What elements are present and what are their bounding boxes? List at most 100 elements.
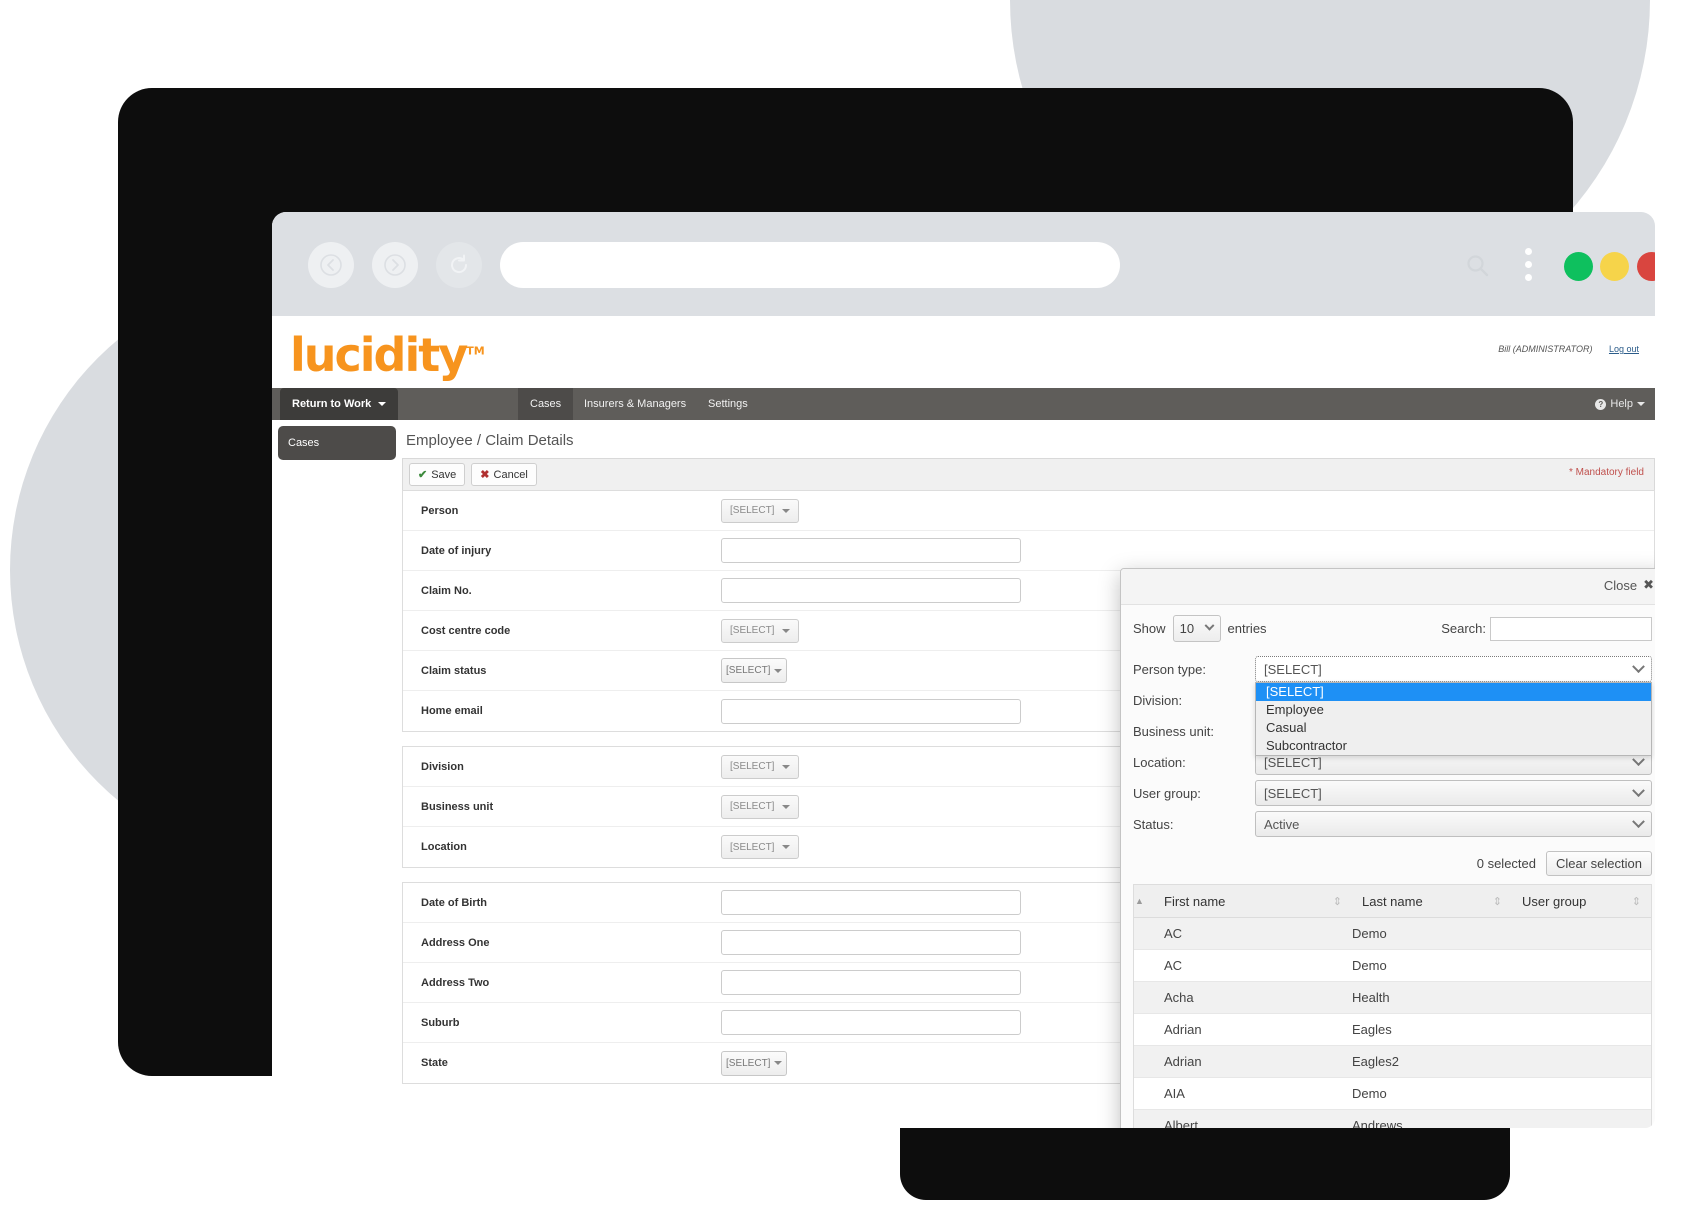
nav-tab-cases[interactable]: Cases: [518, 388, 574, 420]
clear-selection-button[interactable]: Clear selection: [1546, 851, 1652, 876]
table-row[interactable]: AC Demo: [1134, 918, 1651, 950]
select-button-value: [SELECT]: [730, 841, 775, 853]
select-button-value: [SELECT]: [730, 625, 775, 636]
filter-row: Status: Active: [1133, 809, 1652, 839]
browser-back-button[interactable]: [308, 242, 354, 288]
sort-toggle-icon: ⇕: [1492, 895, 1502, 908]
filter-select-value: Active: [1264, 816, 1300, 832]
filter-select[interactable]: [SELECT]: [1255, 780, 1652, 806]
table-row[interactable]: Adrian Eagles2: [1134, 1046, 1651, 1078]
filter-select[interactable]: Active: [1255, 811, 1652, 837]
filter-rows: Person type: [SELECT] [SELECT] Employee Casu…: [1133, 654, 1652, 839]
window-dot-green[interactable]: [1564, 252, 1593, 281]
save-button[interactable]: ✔ Save: [409, 463, 466, 486]
dropdown-option[interactable]: Subcontractor: [1256, 737, 1651, 755]
table-cell: Acha: [1164, 990, 1194, 1005]
check-icon: ✔: [418, 469, 428, 481]
filter-label: Business unit:: [1133, 723, 1214, 739]
select-button[interactable]: [SELECT]: [721, 835, 800, 859]
text-input[interactable]: [721, 1010, 1021, 1035]
length-and-search-row: Show 10 entries Search:: [1133, 615, 1652, 642]
native-select[interactable]: [SELECT]: [721, 658, 787, 683]
select-button[interactable]: [SELECT]: [721, 794, 800, 819]
text-input[interactable]: [721, 578, 1021, 603]
filter-select[interactable]: [SELECT]: [1255, 656, 1652, 682]
select-button[interactable]: [SELECT]: [721, 754, 800, 779]
table-row[interactable]: Adrian Eagles: [1134, 1014, 1651, 1046]
table-cell: AC: [1164, 926, 1183, 941]
nav-tab-settings[interactable]: Settings: [696, 388, 760, 420]
text-input[interactable]: [721, 698, 1021, 724]
native-select[interactable]: [SELECT]: [721, 1050, 787, 1076]
modal-header: Close ✖: [1121, 569, 1655, 605]
table-cell: Health: [1352, 990, 1390, 1005]
nav-return-to-work-dropdown[interactable]: Return to Work: [280, 388, 399, 420]
length-select-value: 10: [1179, 621, 1195, 636]
browser-forward-button[interactable]: [372, 242, 418, 288]
filter-row: Person type: [SELECT] [SELECT] Employee Casu…: [1133, 654, 1652, 756]
kebab-menu-icon[interactable]: [1525, 248, 1532, 282]
text-input[interactable]: [721, 890, 1021, 915]
search-icon[interactable]: [1465, 253, 1491, 284]
sidebar-item-cases[interactable]: Cases: [278, 426, 396, 460]
filter-label: Person type:: [1133, 661, 1206, 677]
chevron-down-icon: [782, 628, 791, 633]
person-type-dropdown[interactable]: [SELECT] Employee Casual Subcontractor: [1255, 682, 1652, 756]
nav-help-label: Help: [1610, 398, 1633, 410]
browser-url-bar[interactable]: [500, 242, 1120, 288]
sort-ascending-icon: ▲: [1135, 896, 1144, 906]
filter-label: User group:: [1133, 785, 1201, 801]
form-field-label: Claim status: [421, 664, 487, 677]
nav-help-menu[interactable]: ? Help: [1595, 388, 1645, 420]
table-cell: Demo: [1352, 1086, 1387, 1101]
screenshot-root: lucidityTM Bill (ADMINISTRATOR) Log out …: [0, 0, 1695, 1220]
logout-link[interactable]: Log out: [1609, 344, 1639, 354]
form-field-label: Date of Birth: [421, 896, 487, 909]
text-input[interactable]: [721, 538, 1021, 563]
dropdown-option[interactable]: Casual: [1256, 719, 1651, 737]
nav-primary-label: Return to Work: [292, 398, 372, 410]
table-cell: Adrian: [1164, 1054, 1202, 1069]
filter-select-value: [SELECT]: [1264, 754, 1322, 770]
browser-reload-button[interactable]: [436, 242, 482, 288]
table-header-user-group[interactable]: User group ⇕: [1512, 885, 1651, 918]
form-field-label: Division: [421, 760, 464, 773]
cancel-button[interactable]: ✖ Cancel: [471, 463, 537, 486]
text-input[interactable]: [721, 930, 1021, 955]
chevron-down-icon: [1204, 620, 1215, 631]
table-row[interactable]: Albert Andrews: [1134, 1110, 1651, 1128]
length-prefix-label: Show: [1133, 621, 1166, 636]
nav-tab-insurers-managers[interactable]: Insurers & Managers: [572, 388, 698, 420]
table-header-first-name[interactable]: ▲ First name ⇕: [1134, 885, 1352, 918]
sort-toggle-icon: ⇕: [1332, 895, 1342, 908]
length-select[interactable]: 10: [1172, 615, 1221, 642]
lucidity-logo: lucidityTM: [290, 328, 485, 382]
table-row[interactable]: Acha Health: [1134, 982, 1651, 1014]
chevron-down-icon: [774, 668, 782, 673]
select-button[interactable]: [SELECT]: [721, 618, 800, 643]
logo-trademark: TM: [466, 344, 485, 358]
form-field-control: [721, 538, 1636, 563]
table-row[interactable]: AC Demo: [1134, 950, 1651, 982]
window-dot-red[interactable]: [1637, 252, 1655, 281]
table-header-row: ▲ First name ⇕ Last name ⇕ User group ⇕: [1134, 885, 1651, 918]
table-header-last-name[interactable]: Last name ⇕: [1352, 885, 1512, 918]
window-dot-yellow[interactable]: [1600, 252, 1629, 281]
chevron-down-icon: [782, 764, 791, 769]
breadcrumb: Employee / Claim Details: [406, 432, 574, 449]
form-field-label: Business unit: [421, 800, 494, 813]
chevron-down-icon: [1632, 783, 1645, 797]
chevron-down-icon: [782, 508, 791, 513]
table-cell: Demo: [1352, 926, 1387, 941]
dropdown-option[interactable]: Employee: [1256, 701, 1651, 719]
table-cell: AIA: [1164, 1086, 1185, 1101]
table-row[interactable]: AIA Demo: [1134, 1078, 1651, 1110]
modal-close-button[interactable]: Close ✖: [1604, 577, 1654, 593]
text-input[interactable]: [721, 970, 1021, 995]
search-input[interactable]: [1490, 616, 1652, 641]
browser-chrome: [272, 212, 1655, 316]
dropdown-option[interactable]: [SELECT]: [1256, 683, 1651, 701]
native-select-value: [SELECT]: [726, 1057, 771, 1069]
select-button[interactable]: [SELECT]: [721, 498, 800, 523]
form-toolbar: ✔ Save ✖ Cancel * Mandatory field: [402, 458, 1655, 490]
